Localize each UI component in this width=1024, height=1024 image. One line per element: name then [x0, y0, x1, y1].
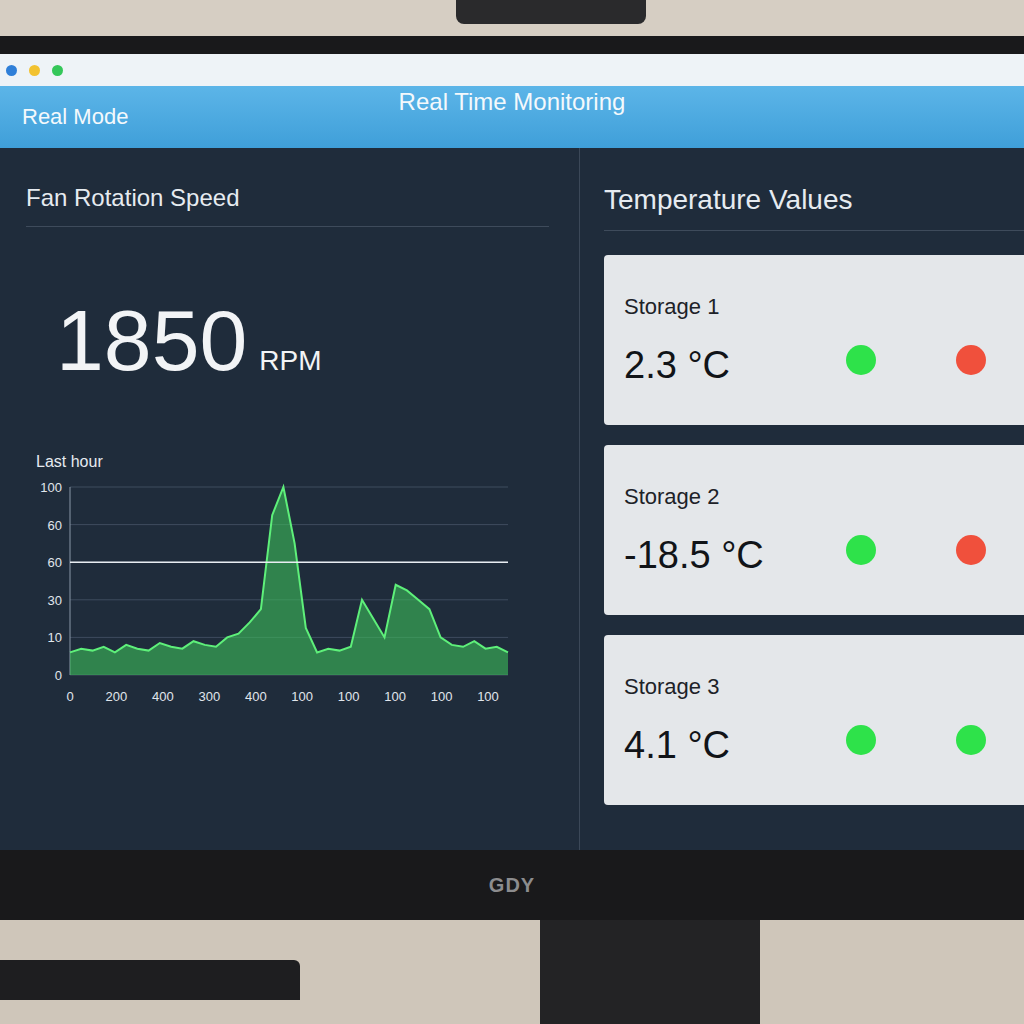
sensor-reading: 4.1 °C [624, 724, 730, 767]
sensor-card[interactable]: Storage 2 -18.5 °C [604, 445, 1024, 615]
sensor-reading: -18.5 °C [624, 534, 764, 577]
threshold-line [70, 561, 508, 563]
keyboard [0, 960, 300, 1000]
header: Real ModeReal Time Monitoring [0, 86, 1024, 148]
fan-title: Fan Rotation Speed [26, 184, 549, 227]
x-tick: 400 [245, 689, 267, 704]
window-title: Real Time Monitoring [0, 88, 1024, 116]
status-dot [956, 535, 986, 565]
y-axis [70, 487, 71, 675]
status-dot [846, 535, 876, 565]
grid-line [70, 562, 508, 563]
sensor-info: Storage 2 -18.5 °C [624, 484, 764, 577]
sensor-reading: 2.3 °C [624, 344, 730, 387]
x-tick: 100 [338, 689, 360, 704]
window-control[interactable] [52, 65, 63, 76]
sensor-name: Storage 2 [624, 484, 764, 510]
sensor-name: Storage 1 [624, 294, 730, 320]
screen: Real ModeReal Time Monitoring Fan Rotatio… [0, 54, 1024, 850]
brand-logo: GDY [489, 874, 535, 897]
status-dot [956, 725, 986, 755]
sensor-indicators [846, 535, 986, 565]
x-tick: 100 [477, 689, 499, 704]
y-tick: 10 [48, 630, 62, 645]
x-tick: 200 [106, 689, 128, 704]
y-tick: 60 [48, 555, 62, 570]
bezel: GDY [0, 850, 1024, 920]
temperature-title: Temperature Values [604, 184, 1024, 231]
window-control[interactable] [29, 65, 40, 76]
sensor-info: Storage 1 2.3 °C [624, 294, 730, 387]
status-dot [956, 345, 986, 375]
fan-reading: 1850 RPM [26, 297, 549, 383]
webcam-icon [456, 0, 646, 24]
x-tick: 100 [431, 689, 453, 704]
fan-chart: 1006060301000200400300400100100100100100 [26, 475, 516, 715]
sensor-name: Storage 3 [624, 674, 730, 700]
monitor: Real ModeReal Time Monitoring Fan Rotatio… [0, 36, 1024, 920]
series-line [70, 487, 508, 652]
y-tick: 100 [40, 480, 62, 495]
sensor-list: Storage 12.3 °CStorage 2-18.5 °CStorage … [604, 255, 1024, 805]
grid-line [70, 487, 508, 488]
fan-value: 1850 [56, 297, 247, 383]
desk [0, 920, 1024, 1024]
title-bar [0, 54, 1024, 86]
sensor-indicators [846, 725, 986, 755]
temperature-panel: Temperature ValuesStorage 12.3 °CStorage… [580, 148, 1024, 850]
x-tick: 0 [66, 689, 73, 704]
sensor-card[interactable]: Storage 1 2.3 °C [604, 255, 1024, 425]
dashboard: Fan Rotation Speed1850RPMLast hour100606… [0, 148, 1024, 850]
fan-panel: Fan Rotation Speed1850RPMLast hour100606… [0, 148, 580, 850]
status-dot [846, 725, 876, 755]
series-area [70, 487, 508, 675]
x-tick: 100 [291, 689, 313, 704]
photo-scene: Real ModeReal Time Monitoring Fan Rotatio… [0, 0, 1024, 1024]
sensor-indicators [846, 345, 986, 375]
x-tick: 300 [198, 689, 220, 704]
mode-label[interactable]: Real Mode [22, 104, 128, 130]
chart-title: Last hour [26, 453, 549, 471]
x-tick: 100 [384, 689, 406, 704]
fan-unit: RPM [259, 345, 321, 377]
status-dot [846, 345, 876, 375]
x-tick: 400 [152, 689, 174, 704]
y-tick: 30 [48, 593, 62, 608]
y-tick: 60 [48, 518, 62, 533]
monitor-stand [540, 920, 760, 1024]
sensor-card[interactable]: Storage 3 4.1 °C [604, 635, 1024, 805]
window-control[interactable] [6, 65, 17, 76]
sensor-info: Storage 3 4.1 °C [624, 674, 730, 767]
y-tick: 0 [55, 668, 62, 683]
